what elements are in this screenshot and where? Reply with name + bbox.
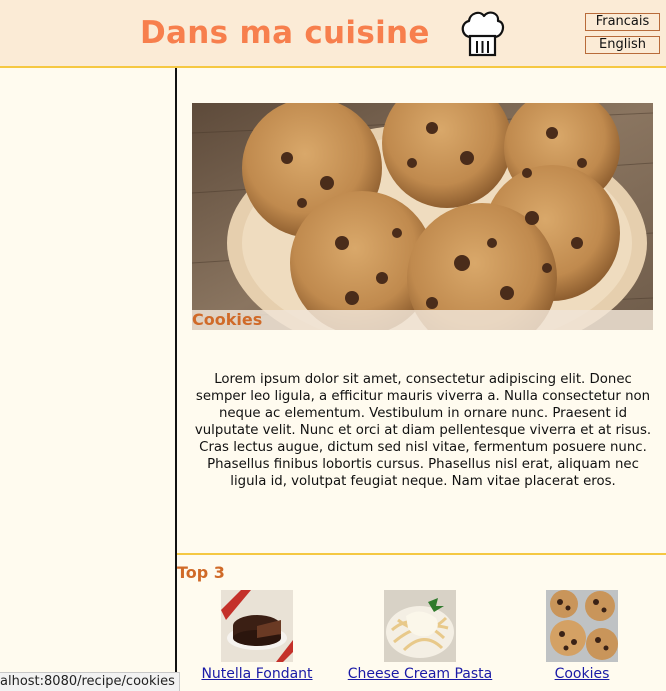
site-title[interactable]: Dans ma cuisine	[140, 13, 430, 53]
top3-item[interactable]: Nutella Fondant	[199, 590, 315, 682]
nutella-fondant-thumbnail[interactable]	[221, 590, 293, 662]
recipe-description: Lorem ipsum dolor sit amet, consectetur …	[194, 372, 652, 489]
recipe-title: Cookies	[192, 310, 653, 330]
cheese-cream-pasta-link[interactable]: Cheese Cream Pasta	[339, 666, 501, 682]
cheese-cream-pasta-thumbnail[interactable]	[384, 590, 456, 662]
top3-item[interactable]: Cookies	[532, 590, 632, 682]
nutella-fondant-link[interactable]: Nutella Fondant	[199, 666, 315, 682]
sidebar	[0, 68, 177, 690]
language-francais-button[interactable]: Francais	[585, 13, 660, 31]
top3-item[interactable]: Cheese Cream Pasta	[339, 590, 501, 682]
chef-hat-icon	[461, 11, 505, 57]
top3-title: Top 3	[177, 563, 225, 582]
language-english-button[interactable]: English	[585, 36, 660, 54]
cookies-photo	[192, 103, 653, 330]
recipe-hero-image: Cookies	[192, 103, 653, 330]
cookies-thumbnail[interactable]	[546, 590, 618, 662]
status-bar-url: alhost:8080/recipe/cookies	[0, 672, 180, 691]
top3-section: Top 3 Nutella Fondant Cheese Cream Pasta…	[177, 553, 666, 690]
site-header: Dans ma cuisine Francais English	[0, 0, 666, 68]
cookies-link[interactable]: Cookies	[532, 666, 632, 682]
